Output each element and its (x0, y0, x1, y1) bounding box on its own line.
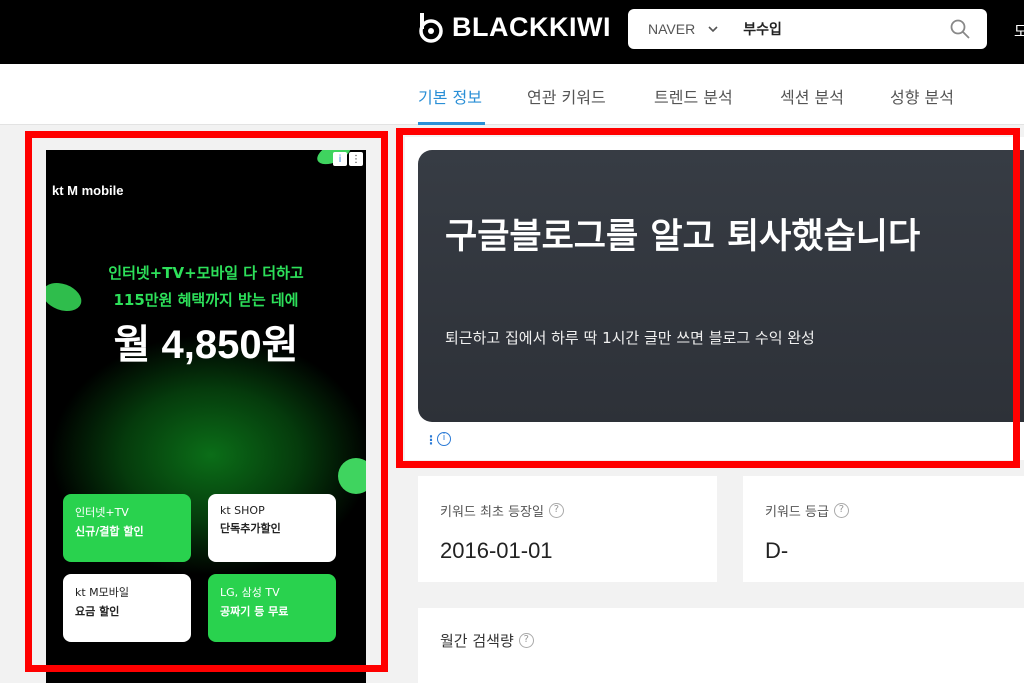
help-icon[interactable]: ? (833, 503, 849, 518)
tab-trend-analysis[interactable]: 트렌드 분석 (654, 84, 733, 108)
chevron-down-icon[interactable] (705, 21, 721, 37)
tab-related-keywords[interactable]: 연관 키워드 (527, 84, 606, 108)
card-label: 월간 검색량 ? (440, 630, 534, 651)
first-appearance-card: 키워드 최초 등장일 ? 2016-01-01 (418, 476, 717, 582)
kiwi-logo-icon (419, 12, 443, 43)
keyword-grade-card: 키워드 등급 ? D- (743, 476, 1024, 582)
monthly-search-card: 월간 검색량 ? (418, 608, 1024, 683)
search-icon[interactable] (949, 18, 971, 40)
highlight-box-right (396, 128, 1020, 468)
header-menu-text[interactable]: 모 (1014, 20, 1024, 41)
tab-bar: 기본 정보 연관 키워드 트렌드 분석 섹션 분석 성향 분석 (0, 64, 1024, 125)
search-engine-select[interactable]: NAVER (648, 21, 695, 37)
monthly-search-label: 월간 검색량 (440, 632, 514, 650)
card-label: 키워드 최초 등장일 ? (440, 501, 564, 520)
keyword-grade-label: 키워드 등급 (765, 505, 829, 520)
tab-basic-info[interactable]: 기본 정보 (418, 84, 482, 108)
search-input[interactable]: 부수입 (743, 19, 949, 39)
card-label: 키워드 등급 ? (765, 501, 849, 520)
keyword-grade-value: D- (765, 538, 789, 563)
highlight-box-left (25, 131, 388, 672)
tab-section-analysis[interactable]: 섹션 분석 (780, 84, 844, 108)
logo-text: BLACKKIWI (452, 12, 611, 42)
help-icon[interactable]: ? (548, 503, 564, 518)
first-appearance-value: 2016-01-01 (440, 538, 553, 563)
first-appearance-label: 키워드 최초 등장일 (440, 505, 544, 520)
help-icon[interactable]: ? (518, 633, 534, 648)
tab-tendency-analysis[interactable]: 성향 분석 (890, 84, 954, 108)
search-bar: NAVER 부수입 (628, 9, 987, 49)
active-tab-indicator (418, 122, 485, 125)
top-bar: BLACKKIWI NAVER 부수입 모 (0, 0, 1024, 64)
logo[interactable]: BLACKKIWI (418, 12, 611, 43)
